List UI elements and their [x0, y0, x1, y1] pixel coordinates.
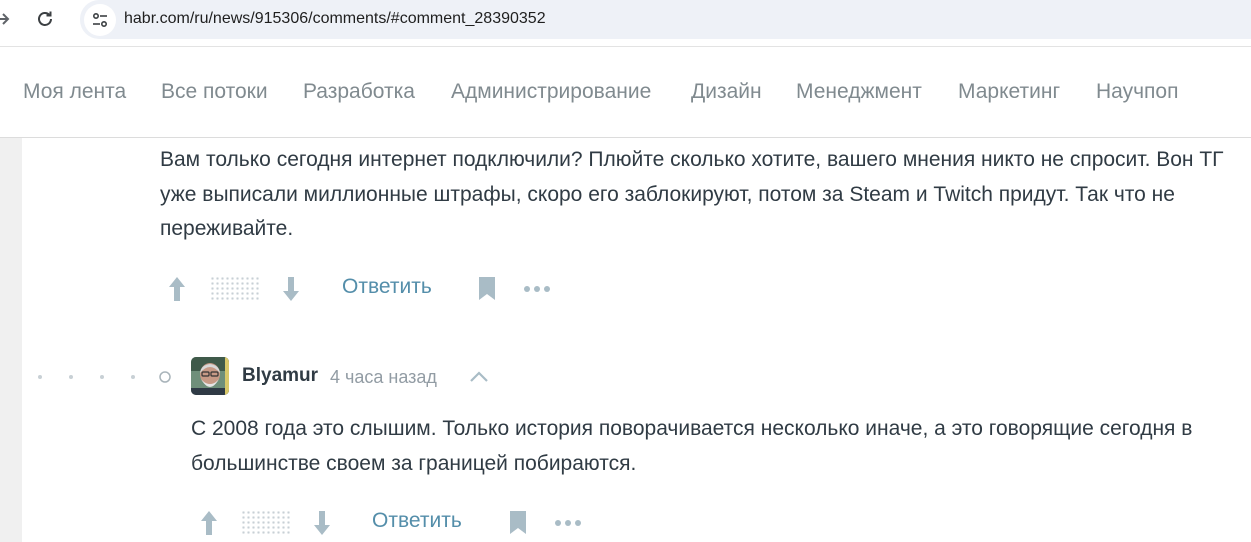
vote-down-icon[interactable] [311, 508, 333, 538]
arrow-forward-icon[interactable] [0, 8, 12, 30]
site-info-button[interactable] [84, 4, 116, 36]
address-bar[interactable]: habr.com/ru/news/915306/comments/#commen… [80, 0, 1251, 39]
avatar[interactable] [191, 357, 229, 395]
vote-up-icon[interactable] [198, 508, 220, 538]
vote-up-icon[interactable] [166, 274, 188, 304]
comment-actions: Ответить [166, 274, 586, 306]
bookmark-icon[interactable] [476, 274, 498, 302]
reply-button[interactable]: Ответить [342, 275, 432, 299]
more-icon[interactable] [553, 508, 585, 538]
comments-section: Вам только сегодня интернет подключили? … [22, 138, 1251, 542]
hubs-nav: Моя лента Все потоки Разработка Админист… [0, 47, 1251, 138]
score-placeholder [241, 510, 291, 536]
hub-popsci[interactable]: Научпоп [1096, 80, 1178, 104]
comment-text: С 2008 года это слышим. Только история п… [191, 417, 1193, 475]
hub-design[interactable]: Дизайн [691, 80, 762, 104]
comment-time[interactable]: 4 часа назад [330, 367, 437, 388]
hub-marketing[interactable]: Маркетинг [958, 80, 1060, 104]
comment-text: Вам только сегодня интернет подключили? … [160, 148, 1224, 240]
hub-all-streams[interactable]: Все потоки [161, 80, 268, 104]
site-info-icon [92, 12, 108, 28]
hub-my-feed[interactable]: Моя лента [23, 80, 126, 104]
browser-toolbar: habr.com/ru/news/915306/comments/#commen… [0, 0, 1251, 47]
reply-button[interactable]: Ответить [372, 509, 462, 533]
bookmark-icon[interactable] [507, 508, 529, 536]
hub-management[interactable]: Менеджмент [796, 80, 922, 104]
score-placeholder [210, 276, 260, 302]
comment-author[interactable]: Blyamur [242, 365, 318, 387]
more-icon[interactable] [522, 274, 554, 304]
chevron-up-icon[interactable] [468, 367, 490, 385]
url-text[interactable]: habr.com/ru/news/915306/comments/#commen… [124, 10, 546, 28]
comment-actions: Ответить [198, 508, 618, 540]
vote-down-icon[interactable] [280, 274, 302, 304]
thread-indicator [38, 371, 171, 383]
hub-administration[interactable]: Администрирование [451, 80, 651, 104]
hub-development[interactable]: Разработка [303, 80, 415, 104]
reload-icon[interactable] [34, 8, 56, 30]
